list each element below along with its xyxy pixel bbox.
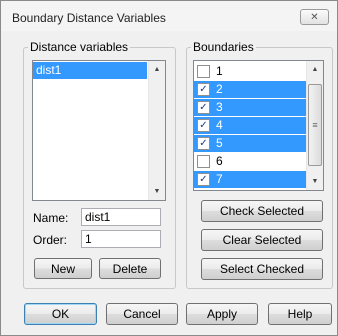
scroll-down-icon[interactable]: ▼ [149, 183, 165, 200]
boundary-label-1: 1 [216, 64, 223, 78]
list-item-dist1[interactable]: dist1 [33, 62, 147, 79]
boundary-label-3: 3 [216, 100, 223, 114]
boundary-item-3[interactable]: ✓ 3 [194, 99, 307, 116]
grip-icon: ≡ [312, 120, 318, 130]
cancel-button[interactable]: Cancel [106, 303, 178, 325]
boundary-checkbox-3[interactable]: ✓ [197, 101, 210, 114]
boundary-distance-dialog: Boundary Distance Variables ✕ Distance v… [0, 0, 338, 336]
boundary-label-7: 7 [216, 172, 223, 186]
new-button[interactable]: New [34, 258, 92, 279]
distance-list-scrollbar[interactable]: ▲ ▼ [148, 61, 165, 200]
close-button[interactable]: ✕ [300, 9, 329, 25]
boundary-checkbox-1[interactable] [197, 65, 210, 78]
boundary-checkbox-6[interactable] [197, 155, 210, 168]
order-field[interactable]: 1 [81, 230, 161, 248]
scroll-up-icon[interactable]: ▲ [307, 61, 323, 78]
boundary-item-4[interactable]: ✓ 4 [194, 117, 307, 134]
scroll-thumb[interactable]: ≡ [308, 84, 322, 166]
select-checked-button[interactable]: Select Checked [201, 258, 323, 280]
boundary-item-7[interactable]: ✓ 7 [194, 171, 307, 188]
boundaries-list-scrollbar[interactable]: ▲ ≡ ▼ [306, 61, 323, 190]
boundaries-label: Boundaries [191, 40, 256, 54]
ok-button[interactable]: OK [24, 303, 97, 325]
boundaries-list[interactable]: 1 ✓ 2 ✓ 3 ✓ 4 ✓ 5 6 ✓ 7 ▲ ≡ ▼ [193, 60, 324, 191]
boundary-label-2: 2 [216, 82, 223, 96]
boundary-checkbox-7[interactable]: ✓ [197, 173, 210, 186]
boundary-label-4: 4 [216, 118, 223, 132]
clear-selected-button[interactable]: Clear Selected [201, 229, 323, 251]
title-bar[interactable]: Boundary Distance Variables ✕ [1, 1, 337, 31]
boundary-item-6[interactable]: 6 [194, 153, 307, 170]
boundary-item-5[interactable]: ✓ 5 [194, 135, 307, 152]
boundary-item-2[interactable]: ✓ 2 [194, 81, 307, 98]
distance-variables-label: Distance variables [28, 40, 131, 54]
delete-button[interactable]: Delete [99, 258, 161, 279]
help-button[interactable]: Help [268, 303, 332, 325]
boundary-item-1[interactable]: 1 [194, 63, 307, 80]
boundary-checkbox-5[interactable]: ✓ [197, 137, 210, 150]
close-icon: ✕ [310, 11, 319, 23]
scroll-down-icon[interactable]: ▼ [307, 173, 323, 190]
name-field[interactable]: dist1 [81, 208, 161, 226]
scroll-up-icon[interactable]: ▲ [149, 61, 165, 78]
dialog-title: Boundary Distance Variables [12, 11, 166, 25]
distance-variables-list[interactable]: dist1 ▲ ▼ [32, 60, 166, 201]
apply-button[interactable]: Apply [186, 303, 258, 325]
order-label: Order: [33, 233, 68, 247]
boundary-checkbox-2[interactable]: ✓ [197, 83, 210, 96]
boundary-label-6: 6 [216, 154, 223, 168]
check-selected-button[interactable]: Check Selected [201, 200, 323, 222]
boundary-label-5: 5 [216, 136, 223, 150]
boundary-checkbox-4[interactable]: ✓ [197, 119, 210, 132]
name-label: Name: [33, 211, 69, 225]
